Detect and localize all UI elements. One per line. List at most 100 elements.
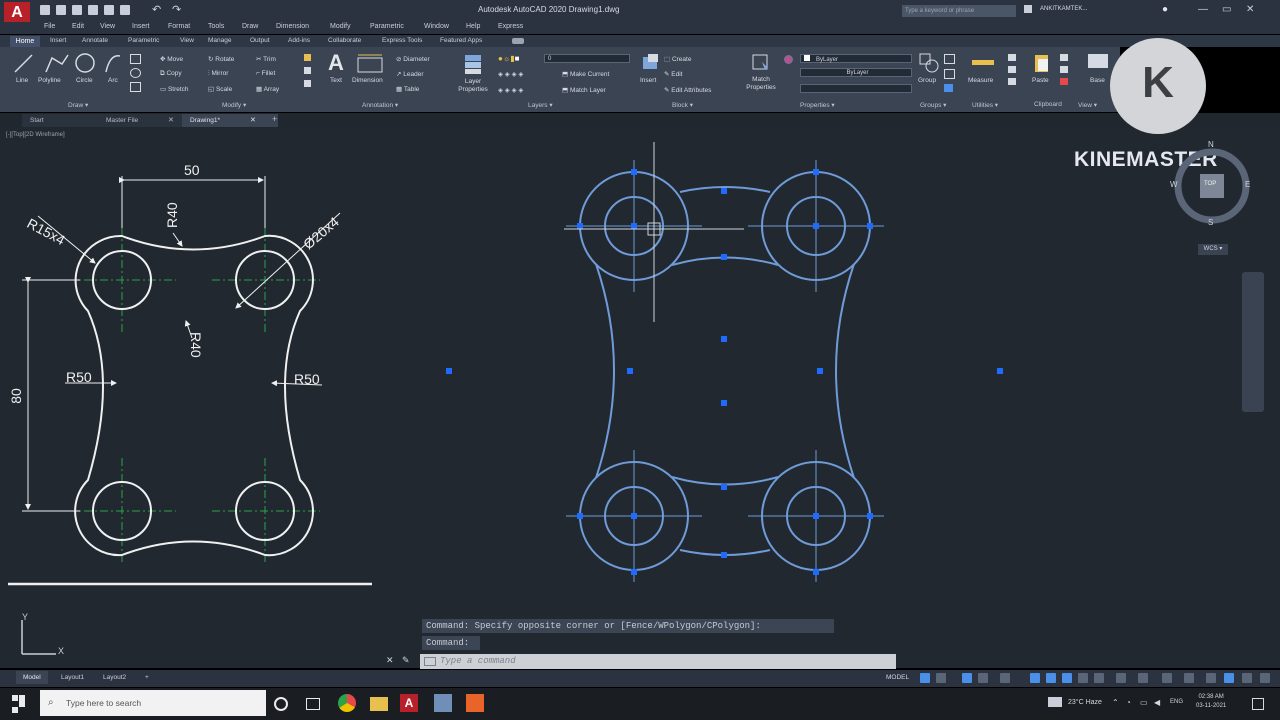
- group-button[interactable]: Group: [918, 77, 936, 84]
- open-icon[interactable]: [56, 5, 66, 15]
- menu-window[interactable]: Window: [424, 23, 449, 30]
- menu-parametric[interactable]: Parametric: [370, 23, 404, 30]
- grip-left[interactable]: [446, 368, 452, 374]
- save-icon[interactable]: [72, 5, 82, 15]
- clean-screen-icon[interactable]: [1242, 673, 1252, 683]
- color-wheel-icon[interactable]: [784, 55, 793, 64]
- rotate-button[interactable]: ↻ Rotate: [208, 55, 234, 63]
- new-layout-tab[interactable]: +: [138, 671, 156, 684]
- menu-express[interactable]: Express: [498, 23, 523, 30]
- linetype-dropdown[interactable]: ByLayer: [800, 68, 912, 77]
- transparency-icon[interactable]: [1078, 673, 1088, 683]
- keyword-search-input[interactable]: Type a keyword or phrase: [902, 5, 1016, 17]
- windows-start-icon[interactable]: [12, 695, 26, 713]
- battery-icon[interactable]: ▭: [1140, 698, 1148, 707]
- annotation-panel-title[interactable]: Annotation ▾: [362, 101, 398, 109]
- tab-insert[interactable]: Insert: [50, 37, 66, 44]
- insert-icon[interactable]: [640, 52, 662, 74]
- leader-button[interactable]: ↗ Leader: [396, 70, 424, 78]
- menu-draw[interactable]: Draw: [242, 23, 258, 30]
- annotation-scale-icon[interactable]: [1116, 673, 1126, 683]
- measure-icon[interactable]: [970, 52, 996, 74]
- tab-view[interactable]: View: [180, 37, 194, 44]
- grip-right[interactable]: [997, 368, 1003, 374]
- block-panel-title[interactable]: Block ▾: [672, 101, 693, 109]
- circle-button[interactable]: Circle: [76, 77, 93, 84]
- share-icon[interactable]: [120, 5, 130, 15]
- text-button[interactable]: Text: [330, 77, 342, 84]
- new-tab-icon[interactable]: +: [272, 114, 277, 124]
- autocad-taskbar-icon[interactable]: A: [400, 694, 418, 712]
- tray-chevron-icon[interactable]: ⌃: [1112, 698, 1119, 707]
- arc-button[interactable]: Arc: [108, 77, 118, 84]
- mirror-button[interactable]: ⫶ Mirror: [208, 70, 228, 78]
- move-button[interactable]: ✥ Move: [160, 55, 183, 63]
- view-panel-title[interactable]: View ▾: [1078, 101, 1097, 109]
- workspace-icon[interactable]: [1138, 673, 1148, 683]
- dimension-icon[interactable]: [356, 52, 386, 74]
- ortho-icon[interactable]: [962, 673, 972, 683]
- lineweight-dropdown[interactable]: [800, 84, 912, 93]
- grid-icon[interactable]: [920, 673, 930, 683]
- polyline-button[interactable]: Polyline: [38, 77, 61, 84]
- command-customize-icon[interactable]: ✎: [402, 655, 410, 666]
- model-space-toggle[interactable]: MODEL: [886, 672, 916, 684]
- tab-annotate[interactable]: Annotate: [82, 37, 108, 44]
- chrome-icon[interactable]: [338, 694, 356, 712]
- modify-panel-title[interactable]: Modify ▾: [222, 101, 246, 109]
- table-button[interactable]: ▦ Table: [396, 85, 419, 93]
- annotation-monitor-icon[interactable]: [1184, 673, 1194, 683]
- file-tab-drawing1[interactable]: Drawing1*: [182, 114, 278, 127]
- weather-icon[interactable]: [1048, 697, 1062, 707]
- help-icon[interactable]: ●: [1162, 4, 1168, 15]
- command-close-icon[interactable]: ✕: [386, 655, 394, 666]
- create-block-button[interactable]: ⬚ Create: [664, 55, 691, 63]
- command-input[interactable]: Type a command: [420, 654, 896, 669]
- close-active-tab-icon[interactable]: ✕: [250, 116, 256, 124]
- base-button[interactable]: Base: [1090, 77, 1105, 84]
- binoculars-icon[interactable]: [1024, 5, 1032, 13]
- modify-extra-icons[interactable]: [304, 54, 312, 92]
- layout-tab-model[interactable]: Model: [16, 671, 48, 684]
- file-tab-start[interactable]: Start: [22, 114, 110, 127]
- maximize-button[interactable]: ▭: [1222, 4, 1231, 15]
- match-layer-button[interactable]: ⬒ Match Layer: [562, 86, 606, 94]
- insert-button[interactable]: Insert: [640, 77, 656, 84]
- text-icon[interactable]: A: [328, 50, 344, 76]
- layer-properties-button[interactable]: Layer Properties: [456, 78, 490, 94]
- group-tools[interactable]: [944, 54, 956, 92]
- snap-icon[interactable]: [936, 673, 946, 683]
- menu-dimension[interactable]: Dimension: [276, 23, 309, 30]
- tab-express-tools[interactable]: Express Tools: [382, 37, 422, 44]
- user-name[interactable]: ANKITKAMTEK...: [1040, 6, 1087, 12]
- menu-file[interactable]: File: [44, 23, 55, 30]
- lineweight-icon[interactable]: [1062, 673, 1072, 683]
- tab-featured-apps[interactable]: Featured Apps: [440, 37, 482, 44]
- selection-cycling-icon[interactable]: [1094, 673, 1104, 683]
- make-current-button[interactable]: ⬒ Make Current: [562, 70, 609, 78]
- network-icon[interactable]: ◔: [1126, 698, 1131, 707]
- navigation-bar[interactable]: [1242, 272, 1264, 412]
- notification-icon[interactable]: [1252, 698, 1264, 710]
- tab-collaborate[interactable]: Collaborate: [328, 37, 361, 44]
- dimension-button[interactable]: Dimension: [352, 77, 383, 84]
- undo-icon[interactable]: ↶: [152, 3, 161, 16]
- clipboard-panel-title[interactable]: Clipboard: [1034, 101, 1062, 108]
- wcs-dropdown[interactable]: WCS ▾: [1198, 244, 1228, 255]
- ribbon-toggle-icon[interactable]: [512, 38, 524, 44]
- menu-help[interactable]: Help: [466, 23, 480, 30]
- close-button[interactable]: ✕: [1246, 4, 1254, 15]
- tab-addins[interactable]: Add-ins: [288, 37, 310, 44]
- group-icon[interactable]: [918, 52, 940, 74]
- menu-format[interactable]: Format: [168, 23, 190, 30]
- fillet-button[interactable]: ⌐ Fillet: [256, 70, 275, 77]
- tab-home[interactable]: Home: [10, 36, 40, 47]
- draw-panel-title[interactable]: Draw ▾: [68, 101, 88, 109]
- office-icon[interactable]: [466, 694, 484, 712]
- file-explorer-icon[interactable]: [370, 697, 388, 711]
- customize-menu-icon[interactable]: [1260, 673, 1270, 683]
- clipboard-tools[interactable]: [1060, 54, 1070, 90]
- tab-output[interactable]: Output: [250, 37, 270, 44]
- array-button[interactable]: ▦ Array: [256, 85, 279, 93]
- new-icon[interactable]: [40, 5, 50, 15]
